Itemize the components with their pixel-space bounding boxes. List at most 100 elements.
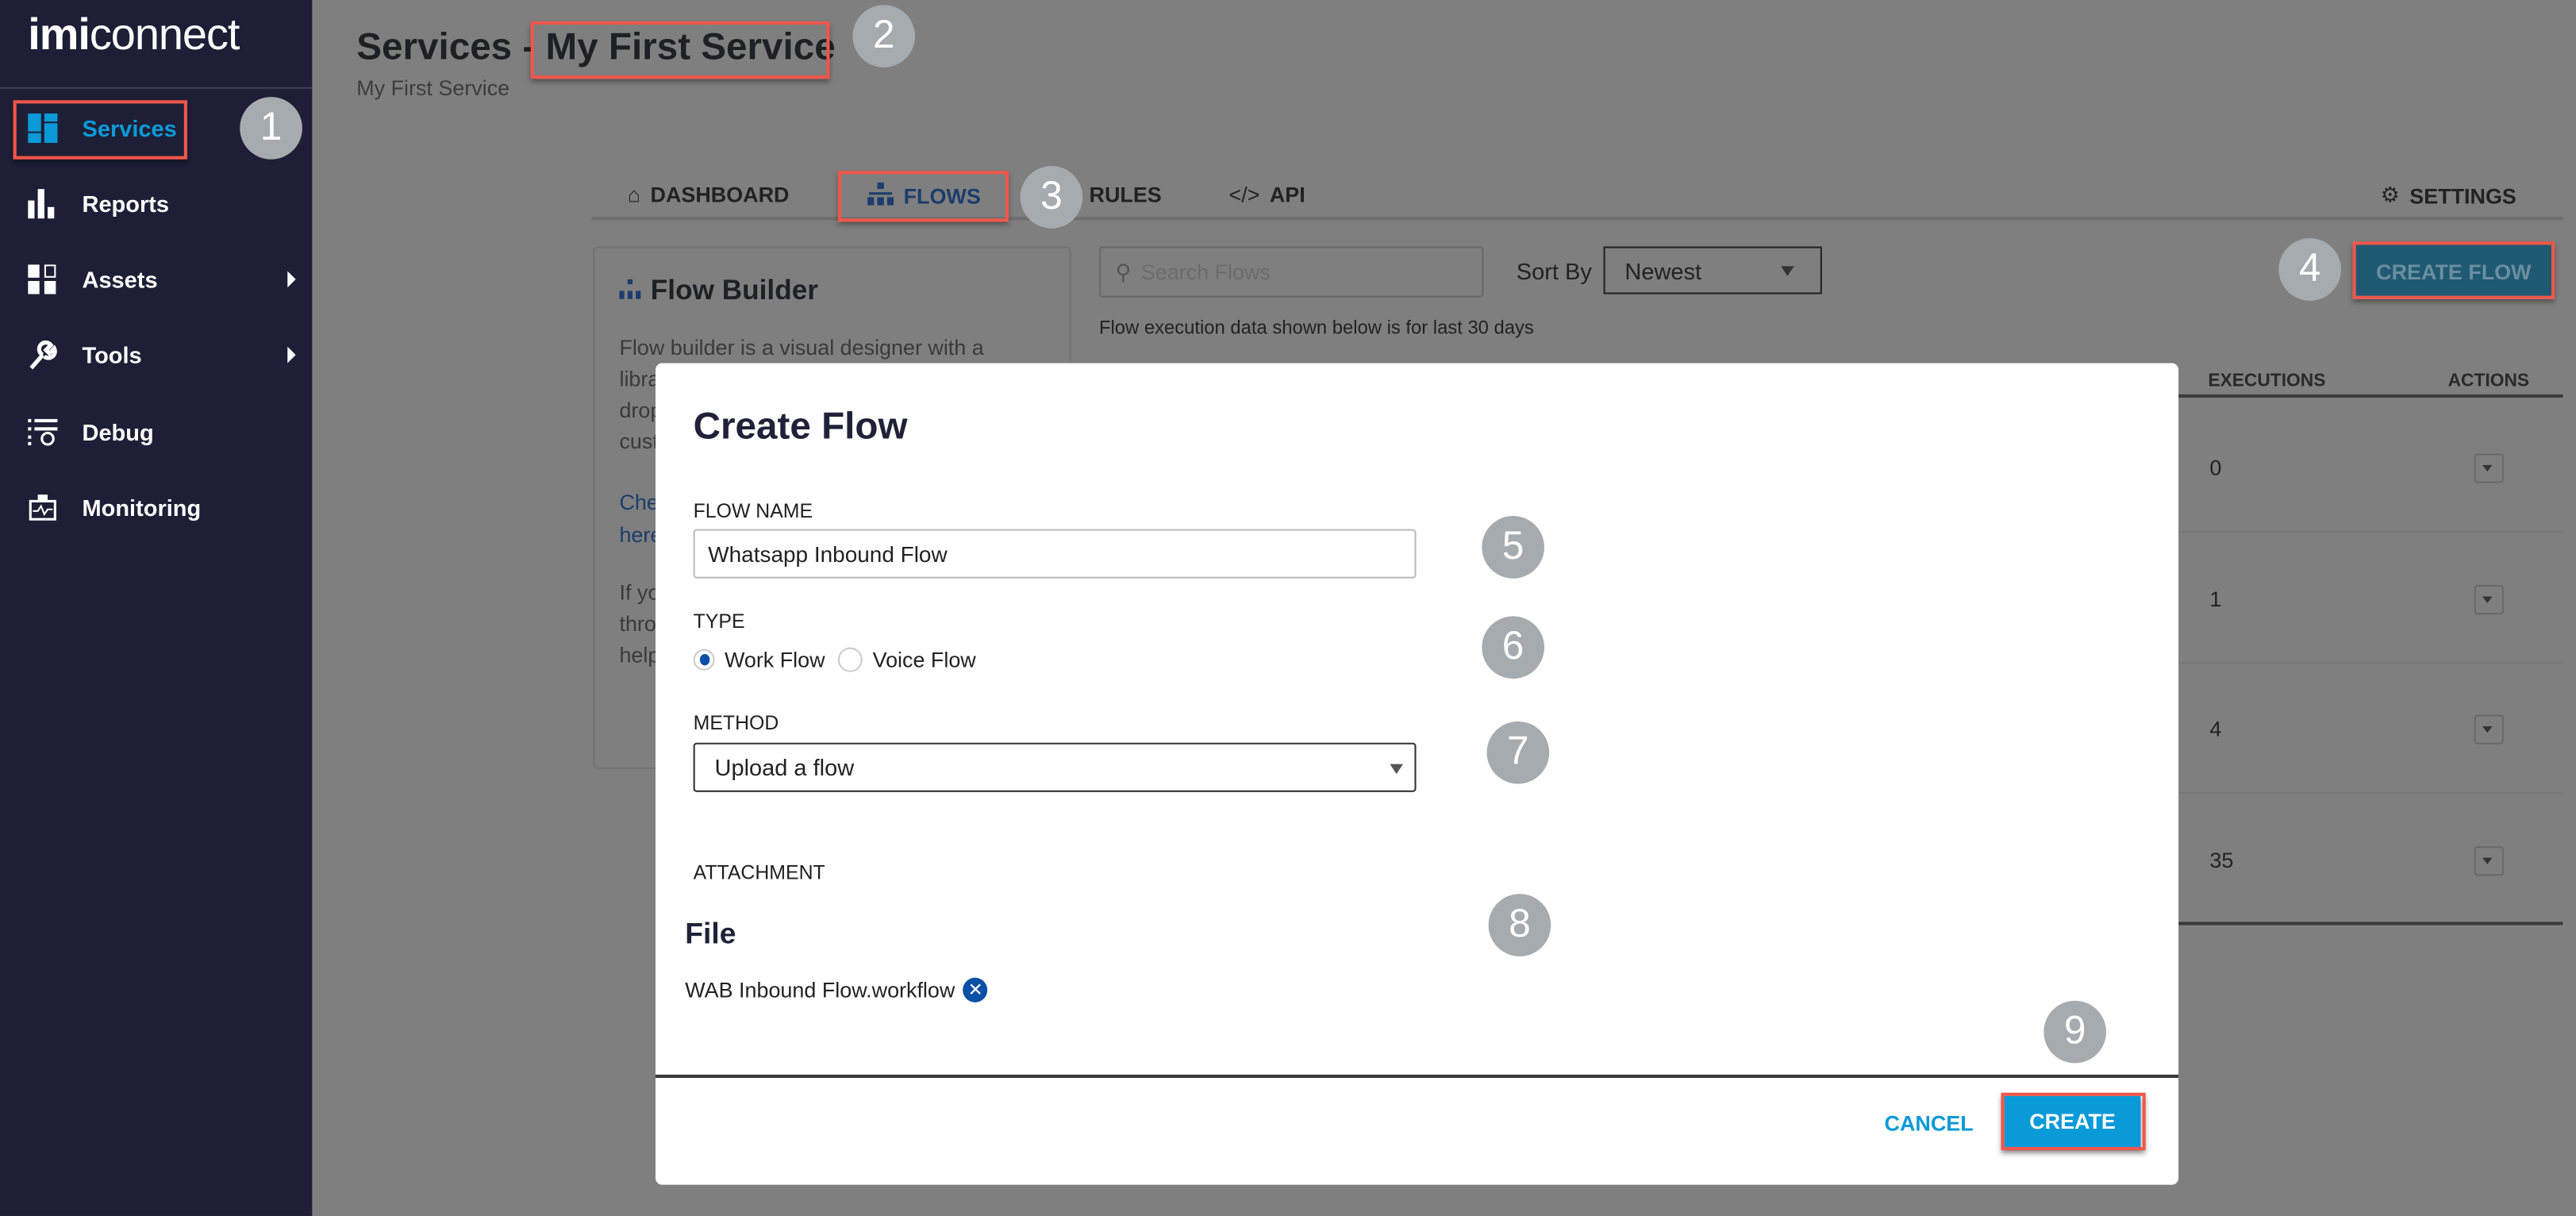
- method-select[interactable]: Upload a flow: [693, 742, 1417, 792]
- card-text: If yo: [619, 579, 660, 605]
- callout-badge: 7: [1486, 721, 1550, 784]
- chevron-down-icon: [2482, 596, 2493, 603]
- card-link[interactable]: Che: [619, 487, 658, 518]
- executions-cell: 4: [2209, 716, 2222, 741]
- row-divider: [2178, 530, 2563, 533]
- tab-label: DASHBOARD: [650, 182, 790, 207]
- sort-value: Newest: [1624, 256, 1702, 284]
- file-heading: File: [685, 917, 736, 950]
- executions-cell: 0: [2209, 455, 2222, 480]
- search-input[interactable]: ⚲ Search Flows: [1098, 246, 1484, 298]
- highlight-box: [530, 21, 830, 79]
- flow-name-input[interactable]: Whatsapp Inbound Flow: [693, 529, 1417, 579]
- sidebar: imiconnect Services Reports Assets Tools…: [0, 0, 313, 1216]
- highlight-box: [2001, 1092, 2146, 1151]
- row-actions-dropdown[interactable]: [2474, 846, 2504, 876]
- method-value: Upload a flow: [714, 754, 855, 781]
- modal-title: Create Flow: [693, 404, 908, 448]
- gear-icon: ⚙: [2380, 182, 2400, 207]
- table-header-line: [2178, 394, 2563, 398]
- sidebar-item-label: Tools: [82, 341, 142, 368]
- remove-file-icon[interactable]: ✕: [963, 977, 988, 1002]
- tab-dashboard[interactable]: ⌂ DASHBOARD: [628, 183, 790, 207]
- flow-builder-title: Flow Builder: [619, 275, 818, 307]
- file-name: WAB Inbound Flow.workflow: [685, 977, 955, 1002]
- column-header-actions: ACTIONS: [2447, 371, 2530, 391]
- code-icon: </>: [1228, 182, 1260, 207]
- debug-list-icon: [28, 418, 58, 447]
- chevron-right-icon: [287, 271, 296, 288]
- tab-label: RULES: [1089, 182, 1162, 207]
- card-text: help: [619, 642, 660, 668]
- search-placeholder: Search Flows: [1140, 260, 1271, 285]
- bar-chart-icon: [28, 189, 57, 219]
- attached-file: WAB Inbound Flow.workflow ✕: [685, 977, 988, 1002]
- sidebar-item-label: Reports: [82, 190, 170, 217]
- create-flow-modal: Create Flow FLOW NAME Whatsapp Inbound F…: [656, 363, 2179, 1185]
- highlight-box: [2352, 241, 2555, 299]
- chevron-down-icon: [2482, 857, 2493, 864]
- tab-settings[interactable]: ⚙ SETTINGS: [2381, 183, 2516, 209]
- chevron-right-icon: [287, 346, 296, 364]
- sort-select[interactable]: Newest: [1603, 246, 1822, 294]
- table-bottom-line: [2178, 922, 2563, 925]
- callout-badge: 4: [2278, 238, 2342, 301]
- monitoring-icon: [28, 493, 57, 522]
- card-text: cust: [619, 429, 659, 454]
- callout-badge: 2: [852, 5, 916, 67]
- radio-voice-flow[interactable]: [838, 647, 863, 672]
- tab-rules[interactable]: RULES: [1090, 183, 1162, 207]
- assets-icon: [28, 264, 57, 294]
- row-divider: [2178, 791, 2563, 794]
- tab-label: API: [1269, 182, 1305, 207]
- row-divider: [2178, 662, 2563, 664]
- chevron-down-icon: [1390, 764, 1403, 775]
- flow-hierarchy-icon: [619, 275, 641, 307]
- highlight-box: [13, 100, 188, 160]
- home-icon: ⌂: [627, 182, 641, 207]
- highlight-box: [837, 171, 1009, 222]
- chevron-down-icon: [2482, 464, 2493, 472]
- tab-label: SETTINGS: [2409, 183, 2516, 208]
- cancel-button[interactable]: CANCEL: [1885, 1110, 1974, 1135]
- sidebar-item-tools[interactable]: Tools: [0, 330, 312, 379]
- row-actions-dropdown[interactable]: [2474, 453, 2504, 483]
- sidebar-item-debug[interactable]: Debug: [0, 407, 312, 456]
- attachment-label: ATTACHMENT: [693, 860, 825, 884]
- executions-cell: 35: [2209, 848, 2234, 873]
- sidebar-item-label: Debug: [82, 418, 154, 446]
- tab-api[interactable]: </> API: [1229, 183, 1305, 207]
- chevron-down-icon: [1781, 266, 1794, 276]
- card-text: Flow builder is a visual designer with a: [619, 335, 984, 360]
- callout-badge: 3: [1020, 166, 1083, 229]
- row-actions-dropdown[interactable]: [2474, 584, 2504, 615]
- modal-footer-divider: [656, 1074, 2179, 1079]
- callout-badge: 8: [1488, 894, 1551, 956]
- flow-name-label: FLOW NAME: [693, 499, 813, 523]
- callout-badge: 6: [1482, 616, 1544, 679]
- radio-label: Voice Flow: [872, 647, 976, 672]
- sidebar-item-label: Monitoring: [82, 494, 202, 521]
- executions-cell: 1: [2209, 587, 2222, 612]
- type-label: TYPE: [693, 610, 745, 633]
- wrench-icon: [28, 340, 57, 370]
- card-text: thro: [619, 611, 656, 637]
- radio-label: Work Flow: [724, 647, 825, 672]
- sidebar-item-assets[interactable]: Assets: [0, 255, 312, 304]
- sidebar-item-reports[interactable]: Reports: [0, 179, 312, 229]
- row-actions-dropdown[interactable]: [2474, 714, 2504, 745]
- callout-badge: 1: [240, 97, 302, 160]
- sidebar-item-monitoring[interactable]: Monitoring: [0, 483, 312, 533]
- radio-work-flow[interactable]: [693, 648, 715, 671]
- card-text: libra: [619, 366, 660, 391]
- column-header-executions: EXECUTIONS: [2208, 371, 2326, 391]
- sort-label: Sort By: [1516, 258, 1592, 285]
- callout-badge: 5: [1482, 516, 1544, 579]
- divider: [0, 87, 313, 89]
- type-radio-group: Work Flow Voice Flow: [693, 647, 976, 672]
- method-label: METHOD: [693, 711, 779, 735]
- chevron-down-icon: [2482, 726, 2493, 733]
- sidebar-item-label: Assets: [82, 266, 158, 293]
- logo: imiconnect: [28, 10, 240, 60]
- execution-note: Flow execution data shown below is for l…: [1098, 318, 1534, 339]
